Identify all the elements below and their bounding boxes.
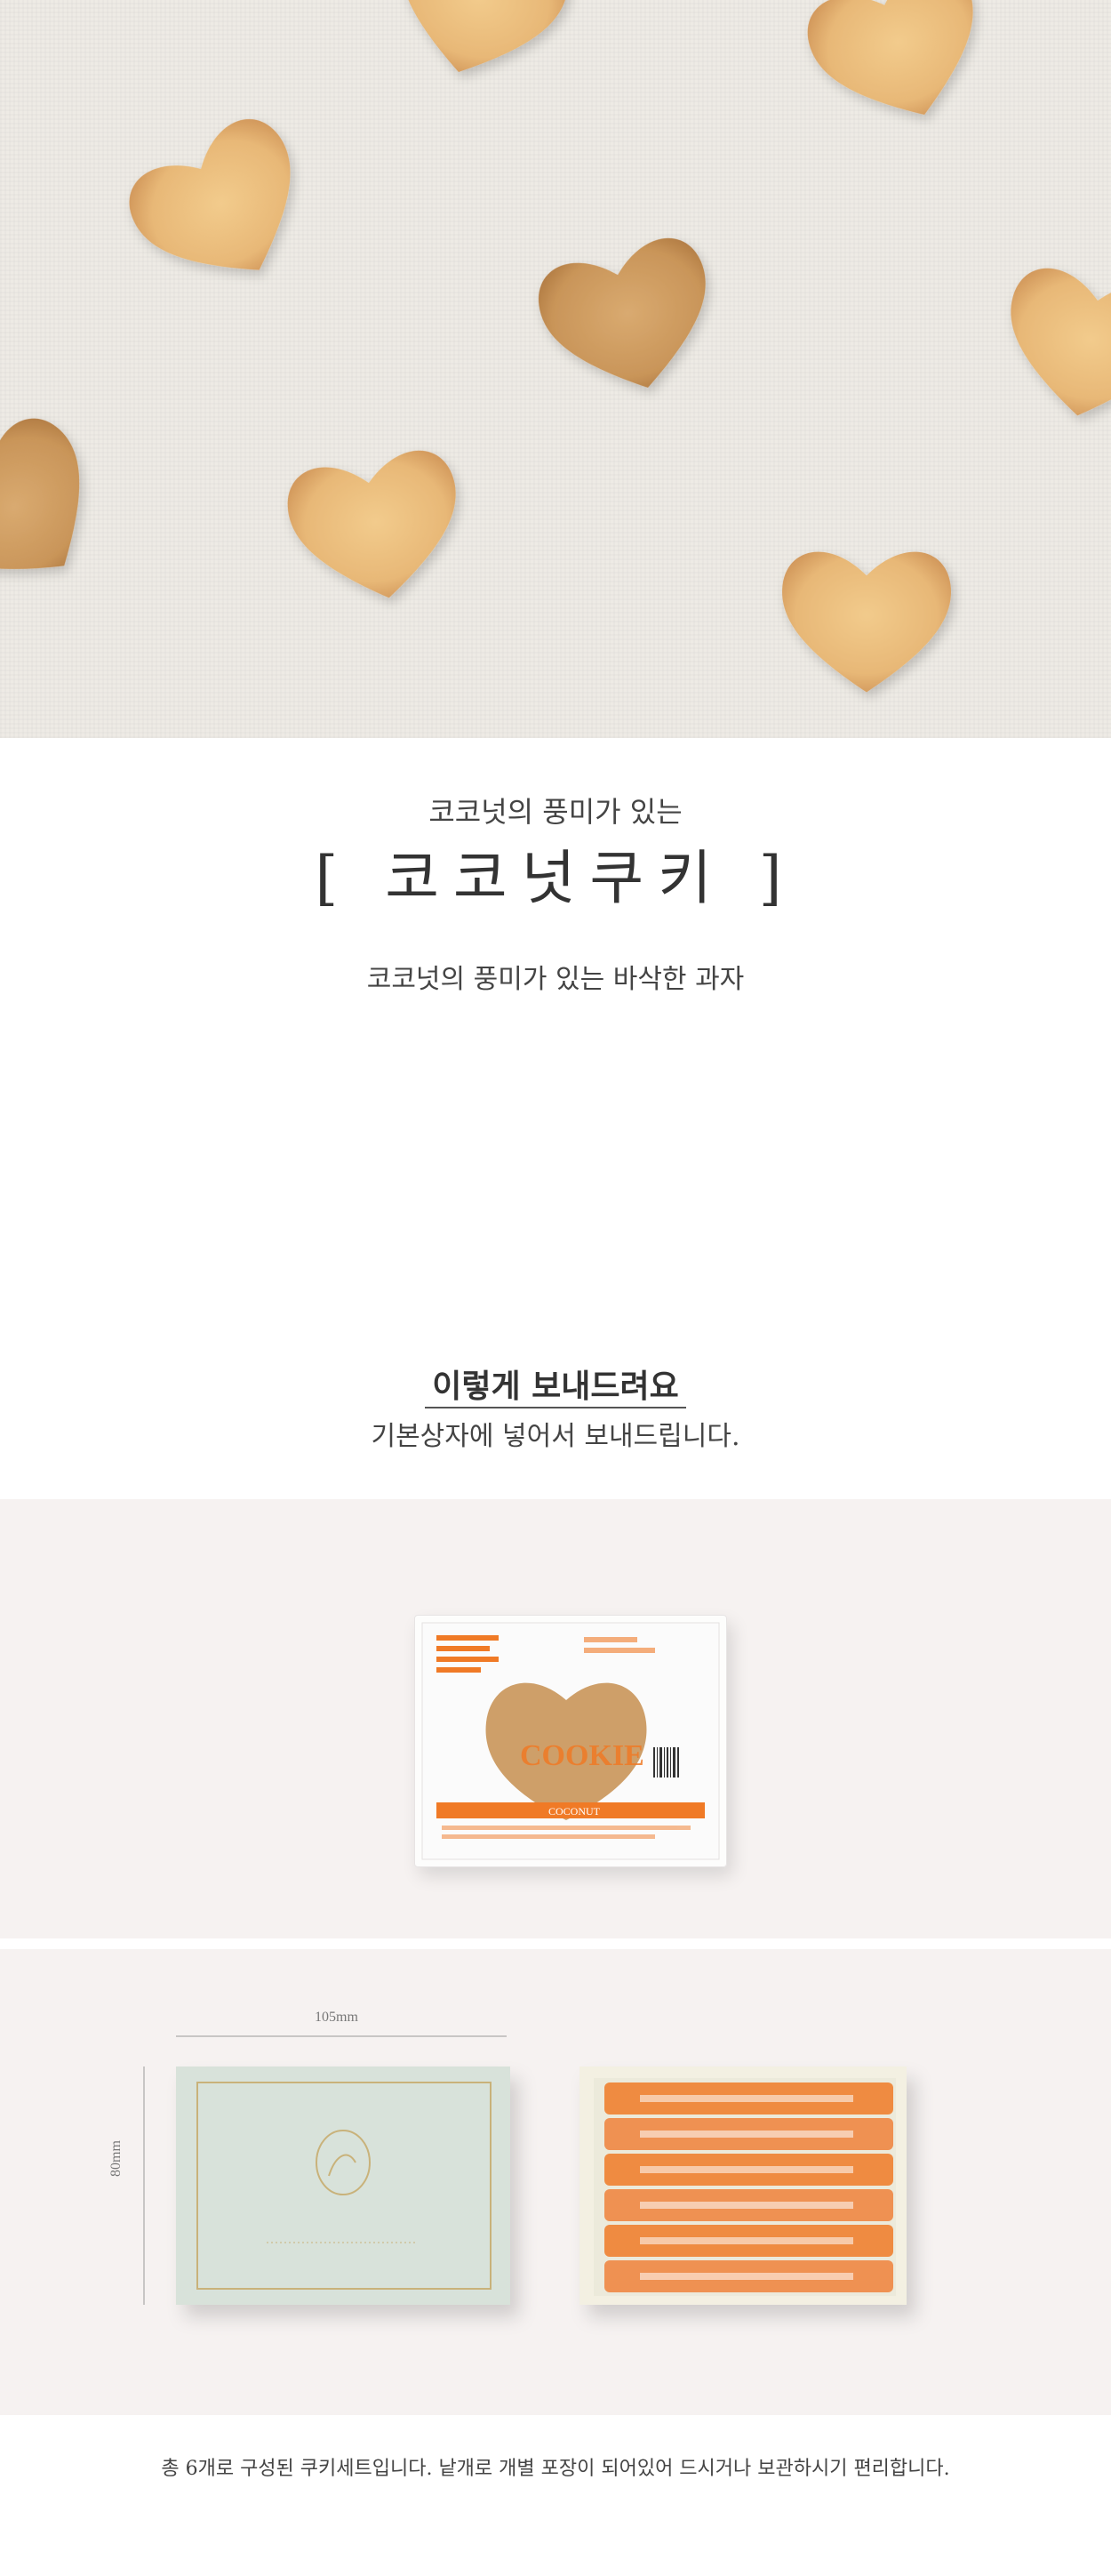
cookie — [401, 0, 569, 72]
cookies-illustration — [0, 0, 1111, 693]
cookie-packet: COOKIE COCONUT — [414, 1615, 727, 1867]
cookie — [1011, 268, 1111, 416]
cookie — [129, 119, 291, 270]
box-width-label: 105mm — [315, 2010, 358, 2025]
shipping-title: 이렇게 보내드려요 — [432, 1368, 679, 1405]
packet-flavor: COCONUT — [548, 1805, 601, 1818]
cookie — [807, 0, 973, 116]
product-title: [ 코코넛쿠키 ] — [315, 844, 796, 912]
divider — [425, 1407, 686, 1408]
cookie — [782, 551, 951, 693]
cookie — [538, 237, 706, 388]
shipping-info: 이렇게 보내드려요 기본상자에 넣어서 보내드립니다. — [0, 1360, 1111, 1499]
set-description-text: 총 6개로 구성된 쿠키세트입니다. 낱개로 개별 포장이 되어있어 드시거나 … — [161, 2458, 950, 2480]
cookie — [0, 418, 80, 569]
packet-illustration: COOKIE COCONUT — [421, 1622, 720, 1860]
cookie — [287, 450, 456, 598]
product-intro: 코코넛의 풍미가 있는 [ 코코넛쿠키 ] 코코넛의 풍미가 있는 바삭한 과자 — [0, 738, 1111, 1360]
product-subtitle: 코코넛의 풍미가 있는 — [428, 795, 683, 829]
product-description: 코코넛의 풍미가 있는 바삭한 과자 — [366, 964, 745, 995]
shipping-description: 기본상자에 넣어서 보내드립니다. — [371, 1421, 740, 1452]
single-packet-panel: COOKIE COCONUT — [0, 1499, 1111, 1938]
packet-brand: COOKIE — [520, 1739, 644, 1772]
box-height-label: 80mm — [108, 2140, 124, 2177]
box-panel: 105mm 80mm — [0, 1949, 1111, 2415]
box-illustration — [143, 2035, 907, 2305]
hero-cookie-photo — [0, 0, 1111, 738]
set-description: 총 6개로 구성된 쿠키세트입니다. 낱개로 개별 포장이 되어있어 드시거나 … — [0, 2415, 1111, 2576]
